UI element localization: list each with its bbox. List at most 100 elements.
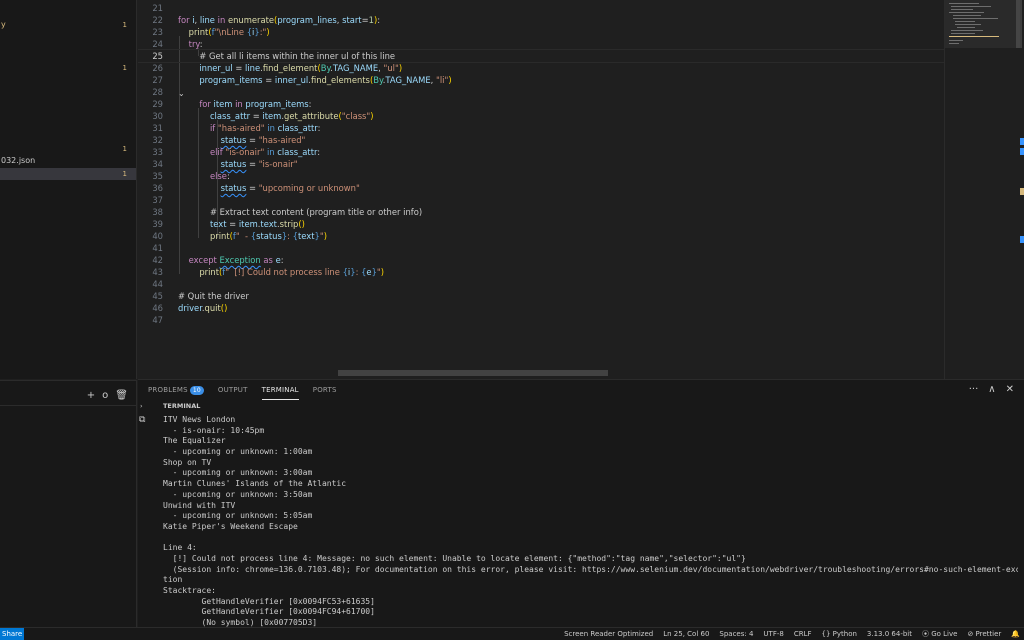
terminal-line: - upcoming or unknown: 5:05am <box>163 511 313 521</box>
terminal-line: Line 4: <box>163 543 197 553</box>
terminal-line: Shop on TV <box>163 457 212 467</box>
horizontal-scrollbar[interactable] <box>338 370 608 376</box>
minimap-line <box>951 30 983 31</box>
code-line: 41 <box>152 243 163 253</box>
terminal-line: GetHandleVerifier [0x0094FC53+61635] <box>163 596 375 606</box>
status-bar: Share Screen Reader Optimized Ln 25, Col… <box>0 627 1024 640</box>
tab-problems[interactable]: PROBLEMS 10 <box>148 380 204 400</box>
close-panel-icon[interactable]: ✕ <box>1006 384 1014 395</box>
python-interpreter[interactable]: 3.13.0 64-bit <box>867 628 912 640</box>
more-actions-icon[interactable]: ··· <box>969 384 979 395</box>
encoding-status[interactable]: UTF-8 <box>763 628 783 640</box>
code-editor[interactable]: 21 22 for i, line in enumerate(program_li… <box>138 0 944 379</box>
terminal-line: - upcoming or unknown: 3:50am <box>163 489 313 499</box>
minimap-line <box>951 33 975 34</box>
minimap[interactable] <box>944 0 1024 379</box>
code-line: 42 except Exception as e: <box>152 255 284 265</box>
code-line: 43 print(f" [!] Could not process line {… <box>152 267 385 277</box>
terminal-line: The Equalizer <box>163 436 226 446</box>
explorer-item-badge: 1 <box>122 64 127 72</box>
tab-ports[interactable]: PORTS <box>313 380 337 400</box>
explorer-item-badge: 1 <box>122 21 127 29</box>
code-line: 39 text = item.text.strip() <box>152 219 305 229</box>
code-line: 26 inner_ul = line.find_element(By.TAG_N… <box>152 63 403 73</box>
trash-icon[interactable]: 🗑 <box>115 390 128 401</box>
explorer-item[interactable]: 1 <box>0 62 136 74</box>
explorer-sidebar: y 1 1 1 032.json 1 <box>0 0 137 379</box>
notifications-bell-icon[interactable]: 🔔 <box>1011 628 1020 640</box>
minimap-line <box>951 6 991 7</box>
tab-output[interactable]: OUTPUT <box>218 380 248 400</box>
code-line: 32 status = "has-aired" <box>152 135 306 145</box>
code-line: 45 # Quit the driver <box>152 291 249 301</box>
line-ending-status[interactable]: CRLF <box>794 628 812 640</box>
divider <box>0 405 137 406</box>
terminal-icon: ⧉ <box>139 415 146 425</box>
screen-reader-status[interactable]: Screen Reader Optimized <box>564 628 653 640</box>
code-line: 46 driver.quit() <box>152 303 228 313</box>
terminal-line: - is-onair: 10:45pm <box>163 425 265 435</box>
panel-tabs: PROBLEMS 10 OUTPUT TERMINAL PORTS <box>148 380 337 400</box>
minimap-line <box>955 21 975 22</box>
share-button[interactable]: Share <box>0 628 25 640</box>
code-line: 28 <box>152 87 163 97</box>
explorer-item-badge: 1 <box>122 170 127 178</box>
fold-chevron-icon[interactable]: ⌄ <box>178 89 185 98</box>
new-terminal-button[interactable]: + <box>87 390 95 401</box>
code-line: 33 elif "is-onair" in class_attr: <box>152 147 321 157</box>
code-line: 37 <box>152 195 163 205</box>
explorer-item-label: y <box>1 20 6 29</box>
indentation-status[interactable]: Spaces: 4 <box>719 628 753 640</box>
code-line: 21 <box>152 3 163 13</box>
maximize-panel-icon[interactable]: ∧ <box>988 384 995 395</box>
circle-icon[interactable]: o <box>102 390 108 401</box>
terminal-line: ITV News London <box>163 415 236 424</box>
minimap-line <box>953 18 998 19</box>
minimap-line <box>949 36 999 37</box>
code-line: 22 for i, line in enumerate(program_lines… <box>152 15 381 25</box>
terminal-line: Unwind with ITV <box>163 500 236 510</box>
terminal-line: Katie Piper's Weekend Escape <box>163 521 298 531</box>
code-line: 47 <box>152 315 163 325</box>
tab-terminal[interactable]: TERMINAL <box>261 380 299 400</box>
terminal-line: Stacktrace: <box>163 586 216 595</box>
explorer-item[interactable]: 032.json <box>0 155 136 167</box>
code-line: 27 program_items = inner_ul.find_element… <box>152 75 452 85</box>
prettier-status[interactable]: ⊘ Prettier <box>967 628 1001 640</box>
terminal-section-title: TERMINAL <box>163 402 201 410</box>
minimap-line <box>949 12 984 13</box>
explorer-item-badge: 1 <box>122 145 127 153</box>
vertical-scrollbar[interactable] <box>1016 0 1022 48</box>
code-line-current: 25 # Get all li items within the inner u… <box>138 49 944 63</box>
terminal-line: - upcoming or unknown: 3:00am <box>163 468 313 478</box>
terminal-line: - upcoming or unknown: 1:00am <box>163 447 313 457</box>
terminal-line: (No symbol) [0x007705D3] <box>163 618 318 627</box>
cursor-position[interactable]: Ln 25, Col 60 <box>663 628 709 640</box>
code-line: 36 status = "upcoming or unknown" <box>152 183 360 193</box>
explorer-item-selected[interactable]: 1 <box>0 168 136 180</box>
code-line: 29 for item in program_items: <box>152 99 312 109</box>
code-line: 44 <box>152 279 163 289</box>
terminal-output[interactable]: ITV News London - is-onair: 10:45pm The … <box>163 415 1018 627</box>
minimap-line <box>949 43 959 44</box>
language-mode[interactable]: {} Python <box>822 628 857 640</box>
explorer-item-label: 032.json <box>1 156 36 165</box>
code-line: 35 else: <box>152 171 230 181</box>
terminal-line: [!] Could not process line 4: Message: n… <box>163 553 746 563</box>
minimap-line <box>949 3 979 4</box>
bottom-panel: PROBLEMS 10 OUTPUT TERMINAL PORTS ··· ∧ ✕… <box>138 379 1024 627</box>
code-line: 30 class_attr = item.get_attribute("clas… <box>152 111 374 121</box>
scroll-marker <box>1020 236 1024 243</box>
problems-count-badge: 10 <box>189 386 204 395</box>
code-line: 38 # Extract text content (program title… <box>152 207 423 217</box>
scroll-marker <box>1020 148 1024 155</box>
go-live-button[interactable]: ⦿ Go Live <box>922 628 957 640</box>
terminal-section-header[interactable]: › TERMINAL <box>138 400 1024 413</box>
minimap-line <box>951 9 973 10</box>
minimap-line <box>955 24 981 25</box>
explorer-item[interactable]: y 1 <box>0 19 136 31</box>
terminal-list-panel: + o 🗑 <box>0 380 137 627</box>
explorer-item[interactable]: 1 <box>0 143 136 155</box>
minimap-line <box>949 40 963 41</box>
